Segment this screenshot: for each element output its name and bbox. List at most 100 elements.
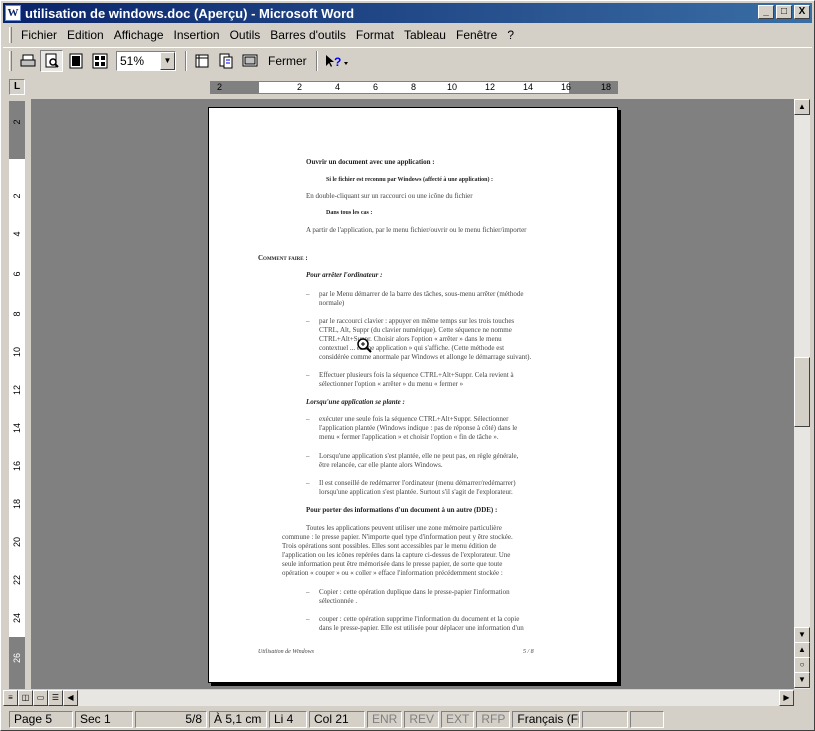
footer-left: Utilisation de Windows: [258, 649, 315, 655]
status-line: Li 4: [269, 710, 307, 728]
close-button[interactable]: X: [794, 5, 810, 19]
menu-help[interactable]: ?: [502, 26, 519, 44]
bullet-dash: –: [306, 371, 310, 379]
normal-view-icon[interactable]: ≡: [3, 690, 18, 706]
print-icon[interactable]: [16, 50, 39, 72]
status-enr[interactable]: ENR: [367, 710, 403, 728]
list-item: dans le presse-papier. Elle est utilisée…: [319, 624, 524, 632]
status-language[interactable]: Français (Fr: [512, 710, 581, 728]
zoom-value: 51%: [120, 53, 145, 68]
para-tous-cas: Dans tous les cas :: [326, 210, 373, 216]
list-item: considérée comme anormale par Windows et…: [319, 353, 532, 361]
bullet-dash: –: [306, 615, 310, 623]
one-page-icon[interactable]: [64, 50, 87, 72]
menu-grip[interactable]: [9, 27, 12, 43]
vertical-ruler[interactable]: 2 2 4 6 8 10 12 14 16 18 20 22 24 26: [9, 101, 25, 689]
view-and-hscroll-row: ≡ ◫ ▭ ☰ ◀ ▶: [3, 690, 794, 706]
list-item: sélectionnée .: [319, 597, 358, 605]
menu-affichage[interactable]: Affichage: [109, 26, 169, 44]
menu-fenetre[interactable]: Fenêtre: [451, 26, 502, 44]
maximize-button[interactable]: □: [776, 5, 792, 19]
status-rfp[interactable]: RFP: [476, 710, 511, 728]
browse-object-icon[interactable]: ○: [794, 657, 810, 673]
menu-insertion[interactable]: Insertion: [169, 26, 225, 44]
shrink-to-fit-icon[interactable]: [214, 50, 237, 72]
bullet-dash: –: [306, 452, 310, 460]
vruler-label: 16: [12, 461, 22, 472]
next-page-icon[interactable]: ▼: [794, 672, 810, 688]
status-empty-1: [582, 710, 629, 728]
list-item: Il est conseillé de redémarrer l'ordinat…: [319, 479, 516, 487]
vruler-label: 6: [12, 271, 22, 277]
magnifier-icon[interactable]: [40, 49, 63, 72]
menu-edition[interactable]: Edition: [62, 26, 109, 44]
preview-toolbar: 51% ▼ Fermer ?: [3, 47, 812, 73]
horizontal-scrollbar[interactable]: [78, 690, 779, 706]
document-page[interactable]: Ouvrir un document avec une application …: [208, 107, 618, 683]
bullet-dash: –: [306, 290, 310, 298]
list-item: Copier : cette opération duplique dans l…: [319, 588, 510, 596]
hruler-label: 8: [411, 82, 417, 92]
heading-arreter: Pour arrêter l'ordinateur :: [306, 271, 383, 279]
previous-page-icon[interactable]: ▲: [794, 642, 810, 658]
zoom-select[interactable]: 51% ▼: [116, 50, 176, 71]
vruler-label: 2: [12, 119, 22, 125]
status-rev[interactable]: REV: [404, 710, 440, 728]
menu-fichier[interactable]: Fichier: [16, 26, 62, 44]
tab-selector-icon[interactable]: L: [9, 79, 25, 95]
scroll-thumb[interactable]: [794, 357, 810, 427]
list-item: Effectuer plusieurs fois la séquence CTR…: [319, 371, 514, 379]
vruler-label: 26: [12, 653, 22, 664]
close-preview-button[interactable]: Fermer: [262, 54, 313, 68]
paragraph-line: opération « couper » ou « coller » effac…: [282, 569, 503, 577]
hruler-label: 16: [561, 82, 572, 92]
list-item: par le raccourci clavier : appuyer en mê…: [319, 317, 515, 325]
menu-barres-outils[interactable]: Barres d'outils: [265, 26, 351, 44]
hruler-label: 2: [297, 82, 303, 92]
vruler-label: 2: [12, 193, 22, 199]
menu-outils[interactable]: Outils: [225, 26, 266, 44]
help-cursor-icon[interactable]: ?: [321, 50, 351, 72]
menu-format[interactable]: Format: [351, 26, 399, 44]
ruler-toggle-icon[interactable]: [190, 50, 213, 72]
scroll-left-icon[interactable]: ◀: [63, 690, 78, 706]
minimize-button[interactable]: _: [758, 5, 774, 19]
paragraph-line: commune : le presse papier. N'importe qu…: [282, 533, 513, 541]
list-item: menu « fermer l'application » et choisir…: [319, 433, 499, 441]
status-page: Page 5: [9, 710, 73, 728]
heading-plante: Lorsqu'une application se plante :: [306, 398, 405, 406]
web-view-icon[interactable]: ◫: [18, 690, 33, 706]
hruler-label: 4: [335, 82, 341, 92]
list-item: exécuter une seule fois la séquence CTRL…: [319, 415, 509, 423]
footer-page-number: 5 / 8: [523, 649, 534, 655]
status-ext[interactable]: EXT: [441, 710, 475, 728]
menu-tableau[interactable]: Tableau: [399, 26, 451, 44]
scroll-down-icon[interactable]: ▼: [794, 627, 810, 643]
heading-dde: Pour porter des informations d'un docume…: [306, 506, 498, 514]
multiple-pages-icon[interactable]: [88, 50, 111, 72]
list-item: lorsqu'une application s'est plantée. Su…: [319, 488, 513, 496]
vruler-label: 18: [12, 499, 22, 510]
vruler-label: 22: [12, 575, 22, 586]
page-view-icon[interactable]: ▭: [33, 690, 48, 706]
toolbar-grip[interactable]: [9, 50, 12, 71]
hruler-label: 6: [373, 82, 379, 92]
para-a-partir: A partir de l'application, par le menu f…: [306, 226, 527, 234]
full-screen-icon[interactable]: [238, 50, 261, 72]
scroll-up-icon[interactable]: ▲: [794, 99, 810, 115]
toolbar-separator-2: [315, 50, 318, 71]
word-window: W utilisation de windows.doc (Aperçu) - …: [0, 0, 815, 731]
vruler-label: 10: [12, 347, 22, 358]
ruler-row: L 2 2 4 6 8 10 12 14 16 18: [3, 75, 812, 97]
scroll-right-icon[interactable]: ▶: [779, 690, 794, 706]
horizontal-ruler[interactable]: 2 2 4 6 8 10 12 14 16 18: [210, 81, 618, 94]
document-workspace[interactable]: Ouvrir un document avec une application …: [31, 99, 794, 689]
outline-view-icon[interactable]: ☰: [48, 690, 63, 706]
word-app-icon[interactable]: W: [5, 5, 21, 21]
vertical-scrollbar[interactable]: ▲ ▼ ▲ ○ ▼: [794, 99, 810, 689]
vruler-label: 24: [12, 613, 22, 624]
list-item: Lorsqu'une application s'est plantée, el…: [319, 452, 519, 460]
bullet-dash: –: [306, 479, 310, 487]
list-item: par le Menu démarrer de la barre des tâc…: [319, 290, 524, 298]
zoom-dropdown-icon[interactable]: ▼: [160, 51, 175, 70]
